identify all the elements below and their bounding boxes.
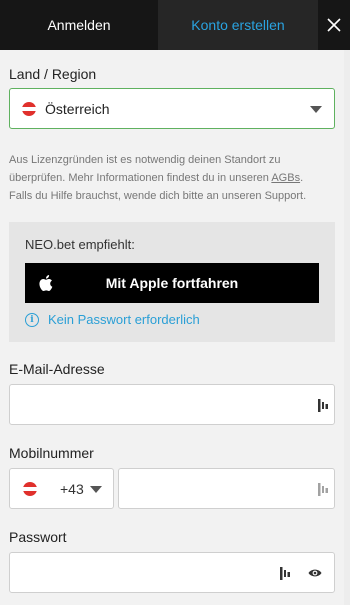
close-button[interactable] <box>318 0 350 50</box>
apple-signin-button[interactable]: Mit Apple fortfahren <box>25 263 319 303</box>
password-label: Passwort <box>9 529 67 545</box>
recommend-title: NEO.bet empfiehlt: <box>25 237 135 252</box>
phone-prefix-select[interactable]: +43 <box>9 468 114 509</box>
phone-prefix-value: +43 <box>60 481 84 497</box>
scrollbar-track[interactable] <box>344 50 350 605</box>
info-icon: i <box>25 312 39 327</box>
info-line-2-end: . <box>300 172 304 184</box>
password-manager-icon[interactable] <box>318 483 328 496</box>
country-label: Land / Region <box>9 66 97 82</box>
password-manager-icon[interactable] <box>318 399 328 412</box>
license-info-text: Aus Lizenzgründen ist es notwendig deine… <box>9 151 335 205</box>
austria-flag-icon <box>23 482 37 496</box>
password-field[interactable] <box>9 552 335 593</box>
chevron-down-icon <box>310 106 322 113</box>
email-label: E-Mail-Adresse <box>9 361 105 377</box>
tab-register[interactable]: Konto erstellen <box>158 0 318 50</box>
info-line-1: Aus Lizenzgründen ist es notwendig deine… <box>9 154 281 166</box>
close-icon <box>327 18 341 32</box>
apple-button-label: Mit Apple fortfahren <box>105 275 239 291</box>
auth-tabs: Anmelden Konto erstellen <box>0 0 350 50</box>
country-select[interactable]: Österreich <box>9 88 335 129</box>
phone-label: Mobilnummer <box>9 445 94 461</box>
country-value: Österreich <box>45 101 110 117</box>
tab-login[interactable]: Anmelden <box>0 0 158 50</box>
registration-form: Land / Region Österreich Aus Lizenzgründ… <box>0 50 350 605</box>
austria-flag-icon <box>22 102 36 116</box>
info-line-3: Falls du Hilfe brauchst, wende dich bitt… <box>9 190 307 202</box>
info-line-2: überprüfen. Mehr Informationen findest d… <box>9 172 272 184</box>
agb-link[interactable]: AGBs <box>271 172 300 184</box>
email-field[interactable] <box>9 384 335 425</box>
no-password-note: i Kein Passwort erforderlich <box>25 312 200 327</box>
no-password-text: Kein Passwort erforderlich <box>48 312 200 327</box>
phone-number-field[interactable] <box>118 468 335 509</box>
eye-icon[interactable] <box>308 567 322 579</box>
recommend-box: NEO.bet empfiehlt: Mit Apple fortfahren … <box>9 222 335 342</box>
password-manager-icon[interactable] <box>280 567 290 580</box>
chevron-down-icon <box>90 486 102 493</box>
